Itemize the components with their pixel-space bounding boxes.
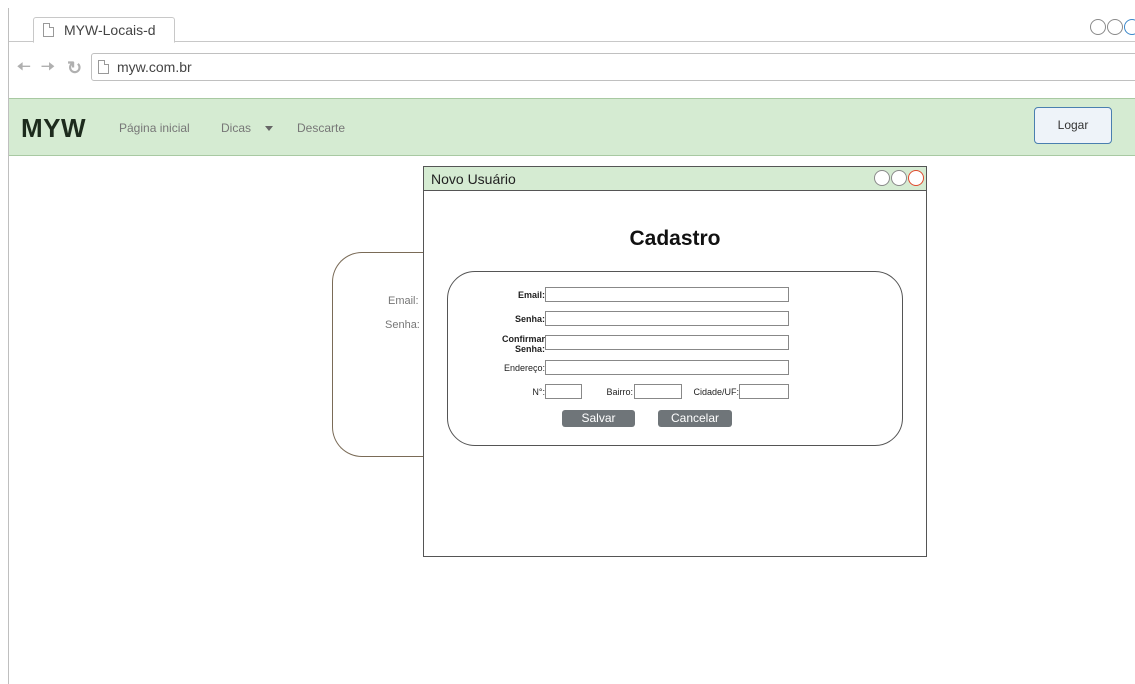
window-controls bbox=[1090, 19, 1135, 35]
confirm-label-line1: Confirmar bbox=[501, 334, 545, 344]
bairro-label: Bairro: bbox=[606, 387, 633, 397]
dialog-window-controls bbox=[874, 170, 924, 186]
login-button[interactable]: Logar bbox=[1034, 107, 1112, 144]
number-field[interactable] bbox=[545, 384, 582, 399]
neighborhood-field[interactable] bbox=[634, 384, 682, 399]
caret-down-icon[interactable] bbox=[265, 126, 273, 131]
email-label: Email: bbox=[517, 290, 545, 300]
site-navbar: MYW Página inicial Dicas Descarte Logar bbox=[9, 98, 1135, 156]
email-field[interactable] bbox=[545, 287, 789, 302]
url-text: myw.com.br bbox=[117, 59, 192, 75]
nav-link-home[interactable]: Página inicial bbox=[119, 121, 190, 135]
login-email-label: Email: bbox=[388, 295, 419, 307]
page-icon bbox=[98, 60, 109, 74]
address-bar: 🠠 🠢 ↻ myw.com.br bbox=[9, 48, 1135, 88]
url-field[interactable]: myw.com.br bbox=[91, 53, 1135, 81]
new-user-dialog: Novo Usuário Cadastro Email: Senha: Conf… bbox=[423, 166, 927, 557]
tab-title: MYW-Locais-d bbox=[64, 22, 156, 38]
save-button[interactable]: Salvar bbox=[562, 410, 635, 427]
confirm-label-line2: Senha: bbox=[514, 344, 545, 354]
tab-bar: MYW-Locais-d bbox=[9, 8, 1135, 44]
password-field[interactable] bbox=[545, 311, 789, 326]
forward-arrow-icon[interactable]: 🠢 bbox=[41, 59, 55, 77]
cancel-button[interactable]: Cancelar bbox=[658, 410, 732, 427]
form-heading: Cadastro bbox=[629, 227, 721, 250]
browser-tab[interactable]: MYW-Locais-d bbox=[33, 17, 175, 43]
endereco-label: Endereço: bbox=[503, 363, 545, 373]
maximize-icon[interactable] bbox=[891, 170, 907, 186]
minimize-icon[interactable] bbox=[874, 170, 890, 186]
address-field[interactable] bbox=[545, 360, 789, 375]
dialog-titlebar: Novo Usuário bbox=[424, 167, 926, 191]
nav-link-descarte[interactable]: Descarte bbox=[297, 121, 345, 135]
city-state-field[interactable] bbox=[739, 384, 789, 399]
cidade-label: Cidade/UF: bbox=[693, 387, 739, 397]
brand-logo[interactable]: MYW bbox=[21, 113, 86, 144]
reload-icon[interactable]: ↻ bbox=[67, 59, 82, 77]
senha-label: Senha: bbox=[514, 314, 545, 324]
numero-label: N°: bbox=[532, 387, 545, 397]
minimize-icon[interactable] bbox=[1090, 19, 1106, 35]
back-arrow-icon[interactable]: 🠠 bbox=[17, 59, 31, 77]
page-icon bbox=[43, 23, 54, 37]
browser-window: MYW-Locais-d 🠠 🠢 ↻ myw.com.br MYW Página… bbox=[8, 8, 1135, 684]
tab-bar-divider bbox=[9, 41, 1135, 42]
dialog-title: Novo Usuário bbox=[431, 171, 516, 187]
nav-link-dicas[interactable]: Dicas bbox=[221, 121, 251, 135]
login-senha-label: Senha: bbox=[385, 319, 420, 331]
close-icon[interactable] bbox=[908, 170, 924, 186]
confirm-password-field[interactable] bbox=[545, 335, 789, 350]
maximize-icon[interactable] bbox=[1124, 19, 1135, 35]
restore-icon[interactable] bbox=[1107, 19, 1123, 35]
signup-form: Email: Senha: Confirmar Senha: Endereço:… bbox=[447, 271, 903, 446]
